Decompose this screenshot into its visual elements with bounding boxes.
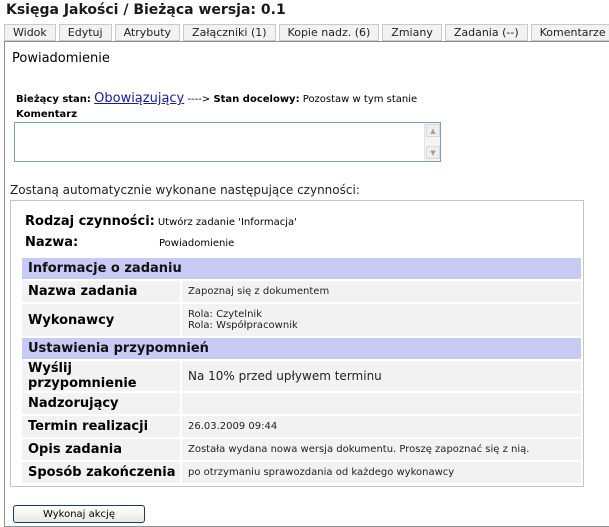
table-row: Termin realizacji 26.03.2009 09:44 (22, 416, 581, 437)
executors-value: Rola: Czytelnik Rola: Współpracownik (182, 304, 581, 336)
panel-title: Powiadomienie (12, 51, 110, 66)
state-arrow: ----> (187, 94, 211, 105)
tab-edit[interactable]: Edytuj (58, 24, 112, 41)
action-type-value: Utwórz zadanie 'Informacja' (157, 217, 297, 228)
comment-label: Komentarz (16, 109, 78, 120)
executors-label: Wykonawcy (22, 304, 182, 336)
scroll-down-icon[interactable]: ▼ (426, 146, 440, 159)
action-name-label: Nazwa: (25, 235, 79, 250)
table-row: Sposób zakończenia po otrzymaniu sprawoz… (22, 462, 581, 483)
reminder-section-title: Ustawienia przypomnień (22, 338, 581, 359)
task-name-value: Zapoznaj się z dokumentem (182, 281, 581, 302)
tab-tasks[interactable]: Zadania (--) (444, 24, 528, 41)
action-type-row: Rodzaj czynności: Utwórz zadanie 'Informa… (25, 214, 297, 229)
actions-box: Rodzaj czynności: Utwórz zadanie 'Informa… (10, 200, 584, 487)
supervisors-value (182, 393, 581, 414)
tab-attributes[interactable]: Atrybuty (114, 24, 181, 41)
table-row: Nazwa zadania Zapoznaj się z dokumentem (22, 281, 581, 302)
send-reminder-value: Na 10% przed upływem terminu (182, 361, 581, 391)
action-type-label: Rodzaj czynności: (25, 214, 155, 229)
task-name-label: Nazwa zadania (22, 281, 182, 302)
executor-item: Rola: Współpracownik (188, 320, 298, 331)
task-section-header: Informacje o zadaniu (22, 258, 581, 279)
comment-scrollbar[interactable]: ▲ ▼ (424, 123, 440, 161)
state-line: Bieżący stan: Obowiązujący ----> Stan do… (16, 91, 417, 106)
current-state-link[interactable]: Obowiązujący (94, 91, 184, 106)
current-state-label: Bieżący stan: (16, 94, 91, 105)
description-label: Opis zadania (22, 439, 182, 460)
action-name-value: Powiadomienie (159, 238, 235, 249)
table-row: Wyślij przypomnienie Na 10% przed upływe… (22, 361, 581, 391)
tab-comments[interactable]: Komentarze (530, 24, 609, 41)
description-value: Została wydana nowa wersja dokumentu. Pr… (182, 439, 581, 460)
action-name-row: Nazwa: Powiadomienie (25, 235, 234, 250)
tab-changes[interactable]: Zmiany (382, 24, 442, 41)
target-state-label: Stan docelowy: (213, 94, 300, 105)
page-title: Księga Jakości / Bieżąca wersja: 0.1 (6, 2, 286, 18)
task-section-title: Informacje o zadaniu (22, 258, 581, 279)
scroll-up-icon[interactable]: ▲ (426, 124, 440, 137)
table-row: Wykonawcy Rola: Czytelnik Rola: Współpra… (22, 304, 581, 336)
target-state-value: Pozostaw w tym stanie (302, 94, 418, 105)
tab-controlled-copies[interactable]: Kopie nadz. (6) (278, 24, 380, 41)
completion-value: po otrzymaniu sprawozdania od każdego wy… (182, 462, 581, 483)
send-reminder-label: Wyślij przypomnienie (22, 361, 182, 391)
tab-view[interactable]: Widok (4, 24, 56, 41)
table-row: Nadzorujący (22, 393, 581, 414)
comment-textarea[interactable]: ▲ ▼ (14, 122, 441, 162)
auto-actions-text: Zostaną automatycznie wykonane następują… (10, 183, 360, 197)
deadline-value: 26.03.2009 09:44 (182, 416, 581, 437)
action-panel: Powiadomienie Bieżący stan: Obowiązujący… (4, 41, 609, 527)
table-row: Opis zadania Została wydana nowa wersja … (22, 439, 581, 460)
deadline-label: Termin realizacji (22, 416, 182, 437)
tab-bar: Widok Edytuj Atrybuty Załączniki (1) Kop… (4, 24, 609, 41)
execute-action-button[interactable]: Wykonaj akcję (13, 505, 145, 523)
supervisors-label: Nadzorujący (22, 393, 182, 414)
tab-attachments[interactable]: Załączniki (1) (183, 24, 276, 41)
reminder-section-header: Ustawienia przypomnień (22, 338, 581, 359)
executor-item: Rola: Czytelnik (188, 309, 262, 320)
completion-label: Sposób zakończenia (22, 462, 182, 483)
details-table: Informacje o zadaniu Nazwa zadania Zapoz… (22, 256, 581, 485)
